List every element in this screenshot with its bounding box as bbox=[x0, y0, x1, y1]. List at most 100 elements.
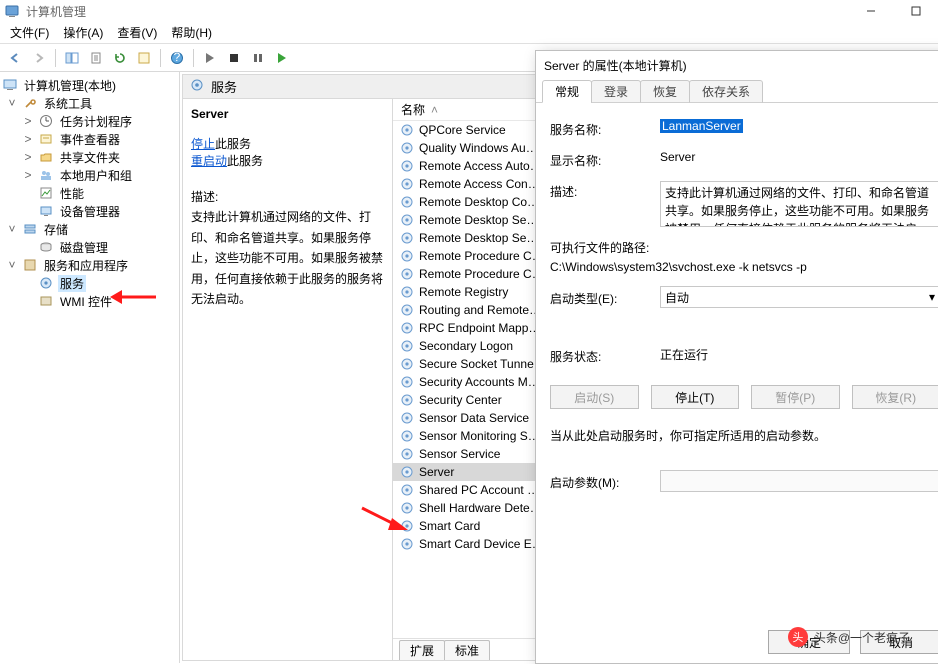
help-button[interactable]: ? bbox=[166, 47, 188, 69]
gear-icon bbox=[399, 392, 415, 408]
tree-item-systools-1[interactable]: > 事件查看器 bbox=[2, 130, 177, 148]
tab-dependencies[interactable]: 依存关系 bbox=[689, 80, 763, 103]
tree-item-storage-0[interactable]: 磁盘管理 bbox=[2, 238, 177, 256]
collapse-icon[interactable]: ˅ bbox=[6, 258, 18, 272]
gear-icon bbox=[399, 266, 415, 282]
dlg-desc-value[interactable]: 支持此计算机通过网络的文件、打印、和命名管道共享。如果服务停止，这些功能不可用。… bbox=[660, 181, 938, 227]
service-name: Security Accounts M… bbox=[419, 375, 540, 389]
service-name: Sensor Data Service bbox=[419, 411, 529, 425]
gear-icon bbox=[399, 536, 415, 552]
tree-item-icon bbox=[38, 239, 54, 255]
tree-root[interactable]: 计算机管理(本地) bbox=[2, 76, 177, 94]
stop-link[interactable]: 停止 bbox=[191, 137, 215, 151]
window-minimize-button[interactable] bbox=[848, 0, 893, 22]
tree-item-icon bbox=[38, 149, 54, 165]
params-input[interactable] bbox=[660, 470, 938, 492]
service-name: Remote Procedure C… bbox=[419, 267, 544, 281]
tree-item-systools-2[interactable]: >共享文件夹 bbox=[2, 148, 177, 166]
service-name: Shell Hardware Dete… bbox=[419, 501, 542, 515]
expand-icon[interactable]: > bbox=[22, 114, 34, 128]
tree-group-services-apps[interactable]: ˅ 服务和应用程序 bbox=[2, 256, 177, 274]
gear-icon bbox=[399, 140, 415, 156]
menu-file[interactable]: 文件(F) bbox=[4, 22, 55, 43]
expand-icon[interactable]: > bbox=[22, 150, 34, 164]
tree-item-icon bbox=[38, 293, 54, 309]
tab-logon[interactable]: 登录 bbox=[591, 80, 641, 103]
stop-button[interactable]: 停止(T) bbox=[651, 385, 740, 409]
nav-forward-button[interactable] bbox=[28, 47, 50, 69]
refresh-button[interactable] bbox=[109, 47, 131, 69]
chevron-down-icon: ▾ bbox=[929, 290, 935, 304]
properties-button[interactable] bbox=[133, 47, 155, 69]
storage-icon bbox=[22, 221, 38, 237]
pause-button[interactable] bbox=[247, 47, 269, 69]
tree-item-label: 本地用户和组 bbox=[58, 167, 134, 184]
tree-group-storage[interactable]: ˅ 存储 bbox=[2, 220, 177, 238]
tab-standard[interactable]: 标准 bbox=[444, 640, 490, 660]
tree-item-systools-0[interactable]: >任务计划程序 bbox=[2, 112, 177, 130]
stop-button[interactable] bbox=[223, 47, 245, 69]
service-name: Security Center bbox=[419, 393, 502, 407]
dialog-title: Server 的属性(本地计算机) bbox=[536, 51, 938, 79]
expand-icon[interactable]: > bbox=[22, 168, 34, 182]
menu-action[interactable]: 操作(A) bbox=[57, 22, 109, 43]
show-hide-tree-button[interactable] bbox=[61, 47, 83, 69]
tree-item-systools-3[interactable]: > 本地用户和组 bbox=[2, 166, 177, 184]
tree-item-label: 性能 bbox=[58, 185, 86, 202]
service-name: Shared PC Account … bbox=[419, 483, 539, 497]
export-button[interactable] bbox=[85, 47, 107, 69]
properties-dialog: Server 的属性(本地计算机) 常规 登录 恢复 依存关系 服务名称: La… bbox=[535, 50, 938, 664]
detail-title: Server bbox=[191, 107, 384, 121]
service-name: Quality Windows Au… bbox=[419, 141, 538, 155]
gear-icon bbox=[399, 176, 415, 192]
tab-extended[interactable]: 扩展 bbox=[399, 640, 445, 660]
gear-icon bbox=[399, 356, 415, 372]
tree-item-svcapps-1[interactable]: WMI 控件 bbox=[2, 292, 177, 310]
computer-icon bbox=[2, 77, 18, 93]
svc-name-value[interactable]: LanmanServer bbox=[660, 119, 743, 133]
restart-button[interactable] bbox=[271, 47, 293, 69]
tree-item-icon bbox=[38, 131, 54, 147]
startup-select[interactable]: 自动 ▾ bbox=[660, 286, 938, 308]
tab-recovery[interactable]: 恢复 bbox=[640, 80, 690, 103]
service-name: Remote Access Auto… bbox=[419, 159, 542, 173]
service-name: Remote Procedure C… bbox=[419, 249, 544, 263]
play-button[interactable] bbox=[199, 47, 221, 69]
detail-desc: 支持此计算机通过网络的文件、打印、和命名管道共享。如果服务停止，这些功能不可用。… bbox=[191, 210, 383, 306]
nav-back-button[interactable] bbox=[4, 47, 26, 69]
collapse-icon[interactable]: ˅ bbox=[6, 222, 18, 236]
svc-name-label: 服务名称: bbox=[550, 119, 660, 138]
start-button: 启动(S) bbox=[550, 385, 639, 409]
tree-item-svcapps-0[interactable]: 服务 bbox=[2, 274, 177, 292]
menu-view[interactable]: 查看(V) bbox=[111, 22, 163, 43]
tree-item-icon bbox=[38, 185, 54, 201]
expand-icon[interactable]: > bbox=[22, 132, 34, 146]
tree-item-label: 磁盘管理 bbox=[58, 239, 110, 256]
service-name: Sensor Monitoring S… bbox=[419, 429, 540, 443]
tree-item-systools-5[interactable]: 设备管理器 bbox=[2, 202, 177, 220]
window-maximize-button[interactable] bbox=[893, 0, 938, 22]
app-title: 计算机管理 bbox=[26, 3, 86, 20]
tab-general[interactable]: 常规 bbox=[542, 80, 592, 103]
service-name: Smart Card bbox=[419, 519, 480, 533]
tree-item-label: 设备管理器 bbox=[58, 203, 122, 220]
watermark-icon: 头 bbox=[788, 627, 808, 647]
dlg-desc-label: 描述: bbox=[550, 181, 660, 200]
gear-icon bbox=[399, 518, 415, 534]
resume-button: 恢复(R) bbox=[852, 385, 938, 409]
menu-help[interactable]: 帮助(H) bbox=[165, 22, 218, 43]
restart-link[interactable]: 重启动 bbox=[191, 154, 227, 168]
tree-item-label: 事件查看器 bbox=[58, 131, 122, 148]
collapse-icon[interactable]: ˅ bbox=[6, 96, 18, 110]
nav-tree: 计算机管理(本地) ˅ 系统工具 >任务计划程序>事件查看器>共享文件夹>本地用… bbox=[0, 72, 180, 663]
tree-group-systools[interactable]: ˅ 系统工具 bbox=[2, 94, 177, 112]
gear-icon bbox=[399, 428, 415, 444]
status-value: 正在运行 bbox=[660, 346, 938, 363]
watermark: 头 头条@一个老疯子 bbox=[788, 627, 910, 647]
tree-item-systools-4[interactable]: 性能 bbox=[2, 184, 177, 202]
gear-icon bbox=[399, 482, 415, 498]
tree-item-label: WMI 控件 bbox=[58, 293, 114, 310]
dialog-tabs: 常规 登录 恢复 依存关系 bbox=[536, 79, 938, 103]
service-name: Sensor Service bbox=[419, 447, 500, 461]
col-name[interactable]: 名称 bbox=[401, 101, 425, 118]
